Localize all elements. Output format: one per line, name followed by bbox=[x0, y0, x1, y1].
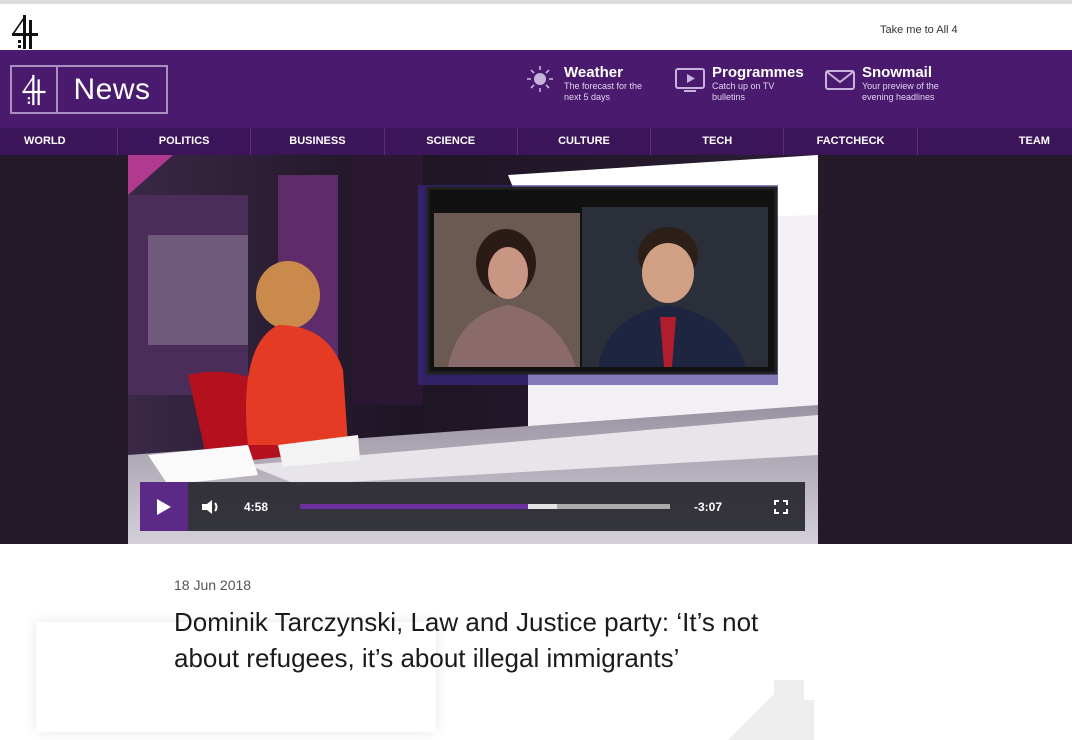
top-bar: Take me to All 4 bbox=[0, 0, 1072, 50]
envelope-icon bbox=[825, 70, 855, 90]
all4-link[interactable]: Take me to All 4 bbox=[880, 24, 958, 36]
player-controls: 4:58 -3:07 bbox=[140, 482, 805, 531]
channel4-logo-icon[interactable] bbox=[12, 14, 38, 50]
snowmail-title: Snowmail bbox=[862, 64, 933, 81]
article-headline: Dominik Tarczynski, Law and Justice part… bbox=[174, 607, 759, 673]
nav-item-factcheck[interactable]: FACTCHECK bbox=[784, 128, 918, 155]
masthead: News Weather The forecast for the next 5… bbox=[0, 50, 1072, 128]
play-icon bbox=[157, 498, 171, 515]
weather-promo[interactable]: Weather The forecast for the next 5 days bbox=[526, 64, 660, 103]
weather-sub: The forecast for the next 5 days bbox=[564, 81, 643, 102]
volume-button[interactable] bbox=[188, 482, 236, 531]
nav-item-business[interactable]: BUSINESS bbox=[251, 128, 385, 155]
nav-item-culture[interactable]: CULTURE bbox=[518, 128, 652, 155]
fullscreen-icon bbox=[774, 499, 788, 514]
played-bar bbox=[300, 504, 529, 509]
news-wordmark: News bbox=[73, 72, 151, 106]
weather-title: Weather bbox=[564, 64, 623, 81]
watermark-icon bbox=[728, 680, 814, 740]
video-band: 4:58 -3:07 bbox=[0, 155, 1072, 544]
nav-item-tech[interactable]: TECH bbox=[651, 128, 785, 155]
video-player[interactable]: 4:58 -3:07 bbox=[128, 155, 818, 544]
programmes-sub: Catch up on TV bulletins bbox=[712, 81, 775, 102]
elapsed-time: 4:58 bbox=[243, 499, 269, 514]
sun-icon bbox=[527, 66, 553, 92]
c4-mark-icon bbox=[12, 67, 58, 112]
tv-play-icon bbox=[675, 68, 705, 92]
nav-item-world[interactable]: WORLD bbox=[0, 128, 118, 155]
programmes-title: Programmes bbox=[712, 64, 804, 81]
nav-item-science[interactable]: SCIENCE bbox=[385, 128, 518, 155]
seek-bar[interactable] bbox=[300, 504, 670, 509]
nav-item-team[interactable]: TEAM bbox=[918, 128, 1072, 155]
c4-news-logo[interactable]: News bbox=[10, 65, 168, 114]
snowmail-sub: Your preview of the evening headlines bbox=[862, 81, 939, 102]
snowmail-promo[interactable]: Snowmail Your preview of the evening hea… bbox=[824, 64, 958, 103]
speaker-icon bbox=[202, 499, 218, 514]
remaining-time: -3:07 bbox=[693, 499, 722, 514]
fullscreen-button[interactable] bbox=[757, 482, 805, 531]
programmes-promo[interactable]: Programmes Catch up on TV bulletins bbox=[674, 64, 804, 103]
buffered-bar bbox=[528, 504, 558, 509]
play-button[interactable] bbox=[140, 482, 188, 531]
article-date: 18 Jun 2018 bbox=[174, 577, 252, 593]
nav-item-politics[interactable]: POLITICS bbox=[118, 128, 252, 155]
section-nav: WORLD POLITICS BUSINESS SCIENCE CULTURE … bbox=[0, 128, 1072, 155]
